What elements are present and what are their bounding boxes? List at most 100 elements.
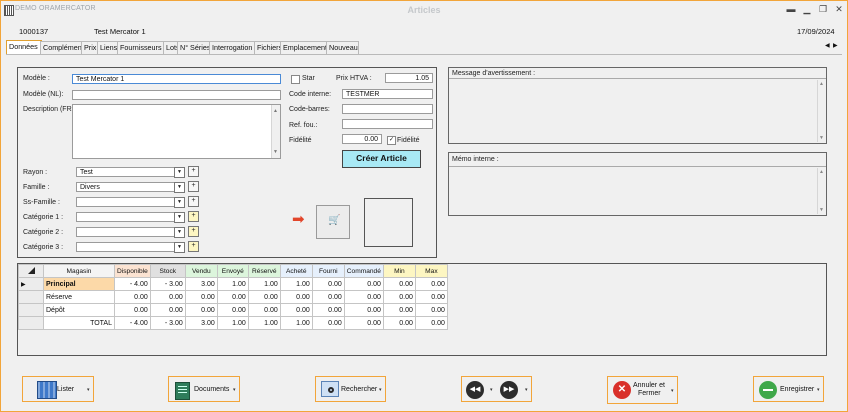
memo-textarea[interactable] — [449, 168, 817, 214]
tab-nouveau[interactable]: Nouveau — [326, 41, 359, 54]
scroll-up-icon[interactable]: ▲ — [819, 169, 824, 175]
chevron-down-icon[interactable]: ▾ — [379, 387, 382, 393]
famille-dropdown-icon[interactable]: ▼ — [174, 182, 185, 193]
code-barres-input[interactable] — [342, 104, 433, 114]
menu-icon[interactable]: ▬ — [785, 4, 797, 15]
cell-achete[interactable]: 0.00 — [279, 303, 313, 317]
col-header-stock[interactable]: Stock — [149, 264, 186, 278]
cell-fourni[interactable]: 0.00 — [311, 290, 345, 304]
col-header-fourni[interactable]: Fourni — [311, 264, 345, 278]
cell-disponible[interactable]: 0.00 — [114, 290, 151, 304]
prix-htva-input[interactable]: 1.05 — [385, 73, 433, 83]
col-header-disponible[interactable]: Disponible — [114, 264, 151, 278]
next-icon[interactable]: ▶▶ — [500, 381, 518, 399]
cell-stock[interactable]: - 3.00 — [149, 277, 186, 291]
cell-stock[interactable]: 0.00 — [149, 303, 186, 317]
cell-vendu[interactable]: 0.00 — [184, 290, 218, 304]
scroll-down-icon[interactable]: ▼ — [273, 147, 278, 157]
cell-commande[interactable]: 0.00 — [343, 290, 384, 304]
cell-reserve[interactable]: 0.00 — [247, 290, 281, 304]
description-textarea[interactable]: ▲ ▼ — [72, 104, 281, 159]
tab-donnees[interactable]: Données — [6, 40, 42, 54]
ssfamille-select[interactable] — [76, 197, 182, 207]
scroll-up-icon[interactable]: ▲ — [273, 106, 278, 116]
cell-magasin[interactable]: Principal — [43, 277, 115, 291]
cell-envoye[interactable]: 0.00 — [216, 290, 249, 304]
chevron-down-icon[interactable]: ▾ — [525, 387, 528, 393]
categorie1-add-button[interactable]: + — [188, 211, 199, 222]
table-row[interactable]: Dépôt 0.00 0.00 0.00 0.00 0.00 0.00 0.00… — [18, 303, 448, 317]
cell-achete[interactable]: 1.00 — [279, 277, 313, 291]
row-selector[interactable] — [18, 290, 44, 304]
table-row[interactable]: ▶ Principal - 4.00 - 3.00 3.00 1.00 1.00… — [18, 277, 448, 291]
categorie2-add-button[interactable]: + — [188, 226, 199, 237]
cell-fourni[interactable]: 0.00 — [311, 277, 345, 291]
cell-min[interactable]: 0.00 — [382, 290, 416, 304]
cell-magasin[interactable]: Réserve — [43, 290, 115, 304]
cell-magasin[interactable]: Dépôt — [43, 303, 115, 317]
enregistrer-button[interactable]: Enregistrer ▾ — [753, 376, 824, 402]
close-icon[interactable]: ✕ — [833, 4, 845, 15]
cell-max[interactable]: 0.00 — [414, 290, 448, 304]
categorie2-dropdown-icon[interactable]: ▼ — [174, 227, 185, 238]
modele-nl-input[interactable] — [72, 90, 281, 100]
cell-fourni[interactable]: 0.00 — [311, 303, 345, 317]
cell-disponible[interactable]: 0.00 — [114, 303, 151, 317]
chevron-down-icon[interactable]: ▾ — [87, 387, 90, 393]
col-header-max[interactable]: Max — [414, 264, 448, 278]
chevron-down-icon[interactable]: ▾ — [233, 387, 236, 393]
tab-emplacements[interactable]: Emplacements — [280, 41, 331, 54]
col-header-min[interactable]: Min — [382, 264, 416, 278]
cell-min[interactable]: 0.00 — [382, 303, 416, 317]
scroll-up-icon[interactable]: ▲ — [819, 81, 824, 87]
previous-icon[interactable]: ◀◀ — [466, 381, 484, 399]
code-interne-input[interactable]: TESTMER — [342, 89, 433, 99]
cell-max[interactable]: 0.00 — [414, 303, 448, 317]
row-selector[interactable] — [18, 303, 44, 317]
categorie2-select[interactable] — [76, 227, 182, 237]
fidelite-input[interactable]: 0.00 — [342, 134, 382, 144]
ssfamille-dropdown-icon[interactable]: ▼ — [174, 197, 185, 208]
col-header-envoye[interactable]: Envoyé — [216, 264, 249, 278]
cell-min[interactable]: 0.00 — [382, 277, 416, 291]
categorie3-dropdown-icon[interactable]: ▼ — [174, 242, 185, 253]
scroll-down-icon[interactable]: ▼ — [819, 135, 824, 141]
create-article-button[interactable]: Créer Article — [342, 150, 421, 168]
rayon-add-button[interactable]: + — [188, 166, 199, 177]
cell-envoye[interactable]: 0.00 — [216, 303, 249, 317]
col-header-reserve[interactable]: Réservé — [247, 264, 281, 278]
maximize-icon[interactable]: ❐ — [817, 4, 829, 15]
cell-commande[interactable]: 0.00 — [343, 303, 384, 317]
col-header-achete[interactable]: Acheté — [279, 264, 313, 278]
tab-n-series[interactable]: N° Séries — [177, 41, 212, 54]
ssfamille-add-button[interactable]: + — [188, 196, 199, 207]
cell-disponible[interactable]: - 4.00 — [114, 277, 151, 291]
rechercher-button[interactable]: Rechercher ▾ — [315, 376, 386, 402]
article-image-box[interactable] — [364, 198, 413, 247]
chevron-down-icon[interactable]: ▾ — [817, 387, 820, 393]
chevron-down-icon[interactable]: ▾ — [671, 388, 674, 394]
modele-input[interactable]: Test Mercator 1 — [72, 74, 281, 84]
fidelite-checkbox[interactable]: ✓ — [387, 136, 396, 145]
annuler-fermer-button[interactable]: ✕ Annuler et Fermer ▾ — [607, 376, 678, 404]
scroll-down-icon[interactable]: ▼ — [819, 207, 824, 213]
rayon-select[interactable]: Test — [76, 167, 182, 177]
minimize-icon[interactable]: ▁ — [801, 4, 813, 15]
cell-vendu[interactable]: 3.00 — [184, 277, 218, 291]
categorie3-select[interactable] — [76, 242, 182, 252]
ref-fou-input[interactable] — [342, 119, 433, 129]
table-row[interactable]: Réserve 0.00 0.00 0.00 0.00 0.00 0.00 0.… — [18, 290, 448, 304]
tab-fournisseurs[interactable]: Fournisseurs — [117, 41, 166, 54]
col-header-magasin[interactable]: Magasin — [43, 264, 115, 278]
row-selector-icon[interactable]: ▶ — [18, 277, 44, 291]
cart-button[interactable]: 🛒 — [316, 205, 350, 239]
categorie1-dropdown-icon[interactable]: ▼ — [174, 212, 185, 223]
categorie1-select[interactable] — [76, 212, 182, 222]
categorie3-add-button[interactable]: + — [188, 241, 199, 252]
row-selector[interactable] — [18, 316, 44, 330]
tab-complement[interactable]: Complément — [40, 41, 84, 54]
cell-achete[interactable]: 0.00 — [279, 290, 313, 304]
cell-envoye[interactable]: 1.00 — [216, 277, 249, 291]
chevron-down-icon[interactable]: ▾ — [490, 387, 493, 393]
tab-scroll-right-icon[interactable]: ▶ — [833, 42, 838, 49]
